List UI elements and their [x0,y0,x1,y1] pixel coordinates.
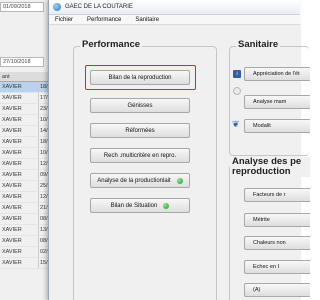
dialog-content: Performance Bilan de la reproduction Gén… [49,25,310,300]
modalites-button[interactable]: Modalit [244,119,310,133]
main-dialog-window: GAEC DE LA COUTARIE Fichier Performance … [48,0,310,300]
circle-icon [233,87,241,95]
info-icon: i [233,70,241,78]
table-row[interactable]: XAVIER 18/ [0,137,52,148]
a-button[interactable]: (A) [244,283,310,297]
table-row[interactable]: XAVIER 14/ [0,126,52,137]
date-field-mid[interactable]: 27/10/2018 [0,57,44,67]
echec-button[interactable]: Echec en I [244,260,310,274]
title-bar[interactable]: GAEC DE LA COUTARIE [49,0,300,15]
table-row[interactable]: XAVIER 12/ [0,192,52,203]
grid-rows: XAVIER 18/XAVIER 17/XAVIER 23/XAVIER 10/XAVI… [0,82,52,269]
analyse-production-label: Analyse de la productionlait [97,177,171,184]
lungs-icon: ❦ [232,119,240,129]
metrite-button[interactable]: Métrite [244,213,310,227]
genisses-button[interactable]: Génisses [90,98,190,113]
green-dot-icon [176,177,183,184]
bilan-situation-label: Bilan de Situation [110,202,158,209]
table-row[interactable]: XAVIER 21/ [0,203,52,214]
table-row[interactable]: XAVIER 15/ [0,258,52,269]
reformees-button[interactable]: Réformées [90,123,190,138]
row-name-cell: XAVIER [2,128,22,134]
bilan-reproduction-button[interactable]: Bilan de la reproduction [90,70,190,85]
table-row[interactable]: XAVIER 10/ [0,115,52,126]
table-row[interactable]: XAVIER 12/ [0,159,52,170]
row-name-cell: XAVIER [2,249,22,255]
table-row[interactable]: XAVIER 08/ [0,214,52,225]
row-name-cell: XAVIER [2,238,22,244]
table-row[interactable]: XAVIER 13/ [0,225,52,236]
animal-grid: ant XAVIER 18/XAVIER 17/XAVIER 23/XAVIER 10/… [0,72,52,269]
performance-group: Performance Bilan de la reproduction Gén… [73,39,217,300]
table-row[interactable]: XAVIER 23/ [0,104,52,115]
row-name-cell: XAVIER [2,183,22,189]
facteurs-button[interactable]: Facteurs de r [244,188,310,202]
recherche-multicritere-button[interactable]: Rech .multicritère en repro. [90,148,190,163]
analyse-production-button[interactable]: Analyse de la productionlait [90,173,190,188]
row-name-cell: XAVIER [2,139,22,145]
date-field-top[interactable]: 01/09/2018 [0,2,44,12]
sanitaire-group: Sanitaire i Appréciation de l'ét Analyse… [229,39,310,156]
menu-sanitaire[interactable]: Sanitaire [135,17,159,23]
analyse-mammite-button[interactable]: Analyse mam [244,95,310,109]
reproduction-analysis-title: Analyse des pe reproduction [230,157,310,177]
appreciation-button[interactable]: Appréciation de l'ét [244,67,310,81]
row-name-cell: XAVIER [2,150,22,156]
row-name-cell: XAVIER [2,216,22,222]
row-name-cell: XAVIER [2,194,22,200]
row-name-cell: XAVIER [2,227,22,233]
row-name-cell: XAVIER [2,117,22,123]
app-icon [53,3,61,11]
row-name-cell: XAVIER [2,260,22,266]
grid-column-header[interactable]: ant [0,72,52,82]
row-name-cell: XAVIER [2,95,22,101]
menu-fichier[interactable]: Fichier [55,17,73,23]
performance-title: Performance [80,39,143,50]
menu-performance[interactable]: Performance [87,17,121,23]
table-row[interactable]: XAVIER 17/ [0,93,52,104]
reproduction-analysis-group: Analyse des pe reproduction Facteurs de … [229,157,310,300]
chaleurs-button[interactable]: Chaleurs non [244,236,310,250]
table-row[interactable]: XAVIER 10/ [0,148,52,159]
sanitaire-title: Sanitaire [236,39,281,50]
row-name-cell: XAVIER [2,84,22,90]
bilan-situation-button[interactable]: Bilan de Situation [90,198,190,213]
table-row[interactable]: XAVIER 18/ [0,82,52,93]
table-row[interactable]: XAVIER 08/ [0,236,52,247]
window-title: GAEC DE LA COUTARIE [65,4,133,10]
row-name-cell: XAVIER [2,205,22,211]
row-name-cell: XAVIER [2,172,22,178]
table-row[interactable]: XAVIER 25/ [0,181,52,192]
menu-bar: Fichier Performance Sanitaire [49,15,300,25]
green-dot-icon [163,202,170,209]
table-row[interactable]: XAVIER 09/ [0,170,52,181]
row-name-cell: XAVIER [2,106,22,112]
row-name-cell: XAVIER [2,161,22,167]
table-row[interactable]: XAVIER 02/ [0,247,52,258]
